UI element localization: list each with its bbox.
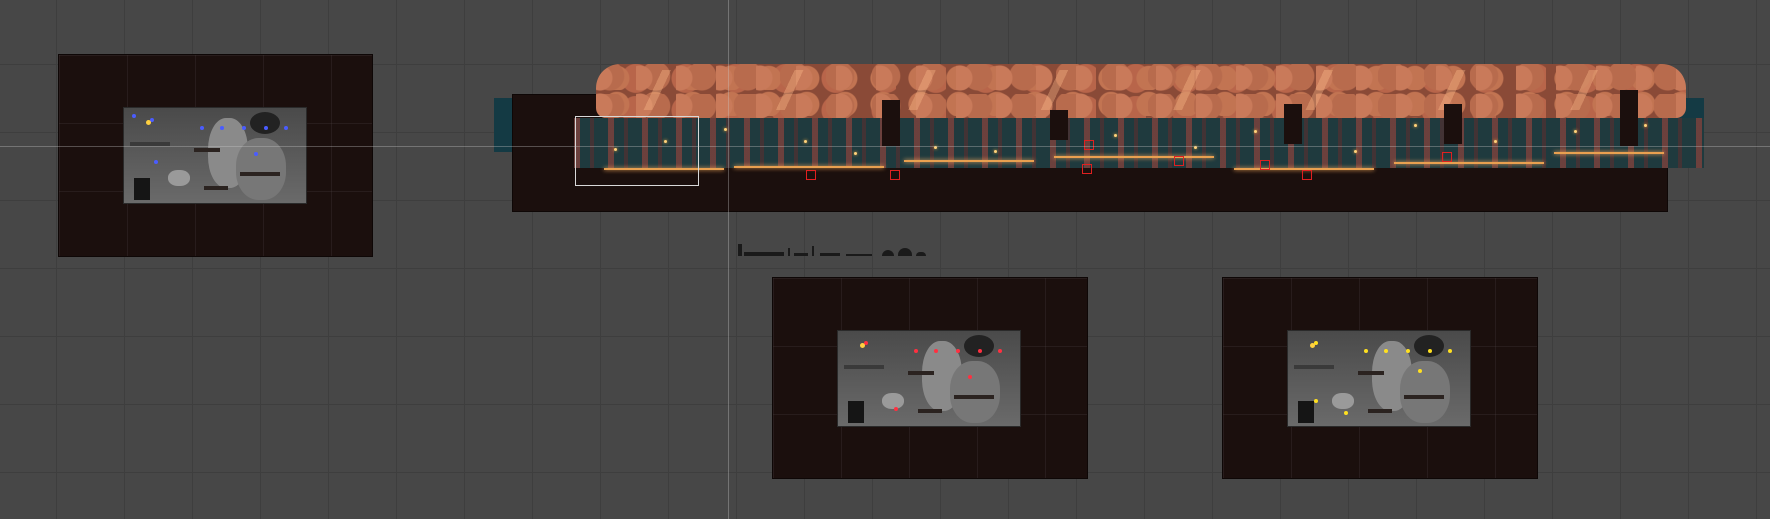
door-icon [848,401,864,423]
spawn-marker[interactable] [1084,140,1094,150]
room-thumbnail [1287,330,1471,427]
camera-frame[interactable] [575,116,699,186]
preview-room-red[interactable] [772,277,1088,479]
level-corridor [574,118,1704,168]
room-thumbnail [837,330,1021,427]
spawn-marker[interactable] [1174,156,1184,166]
tree-icon [250,112,280,134]
asset-strip [738,242,934,256]
spawn-marker[interactable] [1260,160,1270,170]
door-icon [134,178,150,200]
spawn-marker[interactable] [1082,164,1092,174]
preview-room-blue[interactable] [58,54,373,257]
scene-origin-axis-horizontal [0,146,1770,147]
tree-icon [964,335,994,357]
light-rays [596,70,1686,110]
room-thumbnail [123,107,307,204]
spawn-marker[interactable] [806,170,816,180]
scene-view[interactable] [0,0,1770,519]
preview-room-yellow[interactable] [1222,277,1538,479]
tree-icon [1414,335,1444,357]
spawn-marker[interactable] [890,170,900,180]
spawn-marker[interactable] [1442,152,1452,162]
door-icon [1298,401,1314,423]
spawn-marker[interactable] [1302,170,1312,180]
scene-origin-axis-vertical [728,0,729,519]
